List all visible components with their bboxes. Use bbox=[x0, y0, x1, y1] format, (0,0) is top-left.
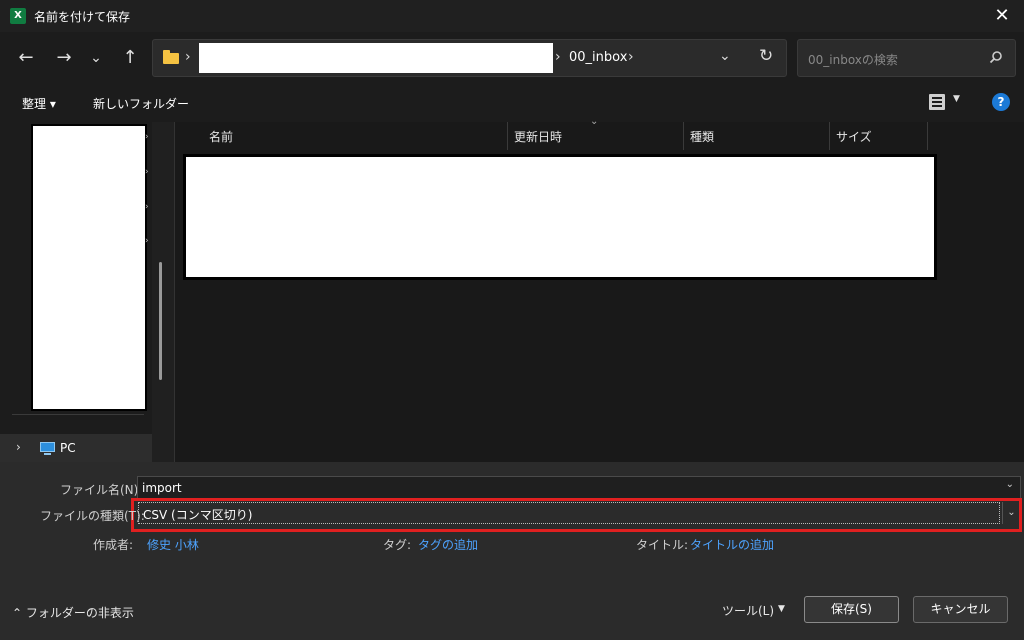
author-value-link[interactable]: 修史 小林 bbox=[147, 536, 199, 553]
address-bar[interactable]: › › 00_inbox › ⌄ ↻ bbox=[152, 39, 787, 77]
sort-indicator-icon: ⌄ bbox=[590, 116, 599, 127]
redacted-file-rows bbox=[183, 154, 937, 280]
cancel-button[interactable]: キャンセル bbox=[913, 596, 1008, 623]
window-title: 名前を付けて保存 bbox=[34, 10, 131, 24]
recent-locations-chevron-icon[interactable]: ⌄ bbox=[84, 46, 108, 70]
title-label: タイトル: bbox=[636, 538, 689, 552]
expand-chevron-icon[interactable]: › bbox=[145, 202, 149, 212]
view-dropdown-icon[interactable]: ▼ bbox=[953, 94, 960, 104]
add-tag-link[interactable]: タグの追加 bbox=[418, 536, 478, 553]
tools-menu-button[interactable]: ツール(L) bbox=[722, 602, 774, 619]
command-bar: 整理 ▾ 新しいフォルダー ▼ ? bbox=[0, 84, 1024, 122]
navigation-scrollbar[interactable] bbox=[159, 262, 162, 380]
breadcrumb-current-folder[interactable]: 00_inbox bbox=[569, 50, 627, 65]
expand-chevron-icon[interactable]: › bbox=[145, 236, 149, 246]
column-header-size[interactable]: サイズ bbox=[836, 128, 872, 145]
search-box[interactable]: 00_inboxの検索 bbox=[797, 39, 1016, 77]
column-divider[interactable] bbox=[683, 122, 684, 150]
filename-input[interactable]: import ⌄ bbox=[137, 476, 1021, 499]
sidebar-item-pc[interactable]: › PC bbox=[0, 434, 152, 462]
forward-arrow-icon[interactable]: → bbox=[52, 46, 76, 70]
filetype-select[interactable]: CSV (コンマ区切り) bbox=[138, 502, 1000, 524]
chevron-down-icon[interactable]: ⌄ bbox=[1006, 479, 1014, 490]
expand-chevron-icon[interactable]: › bbox=[145, 132, 149, 142]
save-options-panel: ファイル名(N): import ⌄ ファイルの種類(T): CSV (コンマ区… bbox=[0, 462, 1024, 640]
computer-icon bbox=[40, 442, 55, 455]
tools-dropdown-icon[interactable]: ▼ bbox=[778, 604, 785, 614]
filetype-label: ファイルの種類(T): bbox=[40, 509, 145, 523]
back-arrow-icon[interactable]: ← bbox=[14, 46, 38, 70]
hide-folders-button[interactable]: ⌃ フォルダーの非表示 bbox=[12, 604, 134, 621]
navigation-pane: › › › › › PC bbox=[0, 122, 162, 462]
author-label: 作成者: bbox=[93, 538, 134, 552]
filetype-dropdown-icon[interactable]: ⌄ bbox=[1002, 502, 1020, 524]
file-list: 名前 ⌄ 更新日時 種類 サイズ bbox=[175, 116, 1024, 462]
add-title-link[interactable]: タイトルの追加 bbox=[690, 536, 774, 553]
tags-label: タグ: bbox=[383, 538, 412, 552]
column-divider[interactable] bbox=[507, 122, 508, 150]
divider bbox=[12, 414, 144, 415]
breadcrumb-separator[interactable]: › bbox=[185, 49, 191, 65]
view-options-icon[interactable] bbox=[929, 94, 945, 110]
breadcrumb-separator[interactable]: › bbox=[628, 49, 634, 65]
navigation-bar: ← → ⌄ ↑ › › 00_inbox › ⌄ ↻ 00_inboxの検索 bbox=[0, 32, 1024, 84]
column-divider[interactable] bbox=[927, 122, 928, 150]
close-icon[interactable]: ✕ bbox=[990, 4, 1014, 28]
address-dropdown-icon[interactable]: ⌄ bbox=[719, 48, 731, 64]
column-header-date-modified[interactable]: 更新日時 bbox=[514, 128, 562, 145]
folder-icon bbox=[163, 50, 179, 64]
excel-app-icon: X bbox=[10, 8, 26, 24]
new-folder-button[interactable]: 新しいフォルダー bbox=[93, 95, 189, 112]
save-button[interactable]: 保存(S) bbox=[804, 596, 899, 623]
help-icon[interactable]: ? bbox=[992, 93, 1010, 111]
redacted-navigation-items bbox=[31, 124, 147, 411]
filetype-value[interactable]: CSV (コンマ区切り) bbox=[143, 506, 252, 523]
breadcrumb-separator[interactable]: › bbox=[555, 49, 561, 65]
sidebar-item-label: PC bbox=[60, 441, 76, 455]
column-header-name[interactable]: 名前 bbox=[209, 128, 233, 145]
filename-label: ファイル名(N): bbox=[60, 483, 143, 497]
column-header-type[interactable]: 種類 bbox=[690, 128, 714, 145]
filename-value[interactable]: import bbox=[142, 481, 182, 495]
search-icon[interactable] bbox=[989, 50, 1003, 64]
up-arrow-icon[interactable]: ↑ bbox=[118, 46, 142, 70]
column-divider[interactable] bbox=[829, 122, 830, 150]
title-bar: X 名前を付けて保存 ✕ bbox=[0, 0, 1024, 32]
expand-chevron-icon[interactable]: › bbox=[145, 167, 149, 177]
chevron-right-icon[interactable]: › bbox=[16, 440, 21, 454]
redacted-path bbox=[199, 43, 553, 73]
search-placeholder[interactable]: 00_inboxの検索 bbox=[808, 51, 898, 68]
refresh-icon[interactable]: ↻ bbox=[759, 46, 773, 66]
organize-menu-button[interactable]: 整理 ▾ bbox=[22, 95, 56, 112]
